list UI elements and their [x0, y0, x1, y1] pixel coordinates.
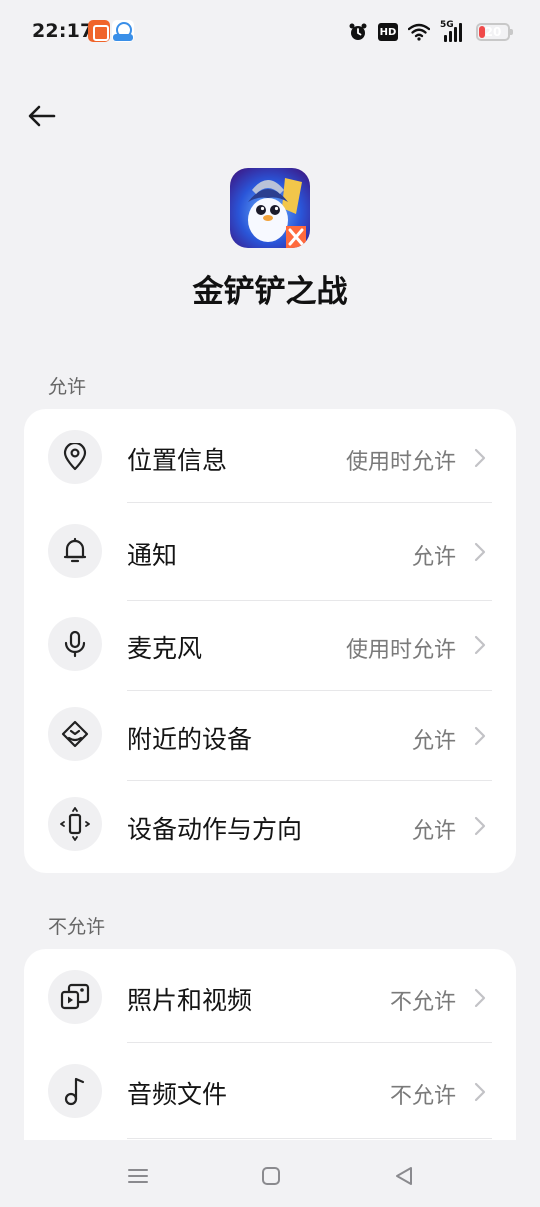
- permission-label: 麦克风: [127, 634, 203, 663]
- permission-row-nearby-devices[interactable]: 附近的设备 允许: [24, 691, 516, 781]
- permission-label: 照片和视频: [127, 986, 253, 1015]
- system-navigation-bar: [0, 1140, 540, 1207]
- recent-apps-button[interactable]: [120, 1158, 156, 1194]
- back-button[interactable]: [22, 96, 62, 136]
- back-triangle-icon: [396, 1167, 412, 1185]
- chevron-right-icon: [474, 726, 486, 746]
- permission-status: 允许: [411, 729, 456, 754]
- chevron-right-icon: [474, 542, 486, 562]
- permission-row-microphone[interactable]: 麦克风 使用时允许: [24, 601, 516, 690]
- section-label-allowed: 允许: [48, 376, 87, 398]
- permission-row-device-motion[interactable]: 设备动作与方向 允许: [24, 781, 516, 873]
- photos-videos-icon: [48, 970, 102, 1024]
- chevron-right-icon: [474, 1082, 486, 1102]
- device-motion-icon: [48, 797, 102, 851]
- permission-status: 不允许: [389, 1084, 456, 1109]
- app-icon: [230, 168, 310, 248]
- chevron-right-icon: [474, 816, 486, 836]
- battery-icon: 20: [476, 23, 513, 41]
- permission-row-location[interactable]: 位置信息 使用时允许: [24, 409, 516, 503]
- allowed-permissions-card: 位置信息 使用时允许 通知 允许 麦克风 使用时允许 附近的设备 允许 设备动作…: [24, 409, 516, 873]
- permission-label: 设备动作与方向: [127, 815, 303, 844]
- chevron-right-icon: [474, 988, 486, 1008]
- permission-label: 附近的设备: [127, 725, 253, 754]
- wifi-icon: [408, 23, 430, 41]
- app-permissions-screen: 22:17 HD 5G 20 金铲铲之战 允许 位置信息 使用时允许 通知 允许…: [0, 0, 540, 1207]
- chevron-right-icon: [474, 635, 486, 655]
- permission-row-photos-videos[interactable]: 照片和视频 不允许: [24, 949, 516, 1043]
- permission-label: 音频文件: [127, 1080, 228, 1109]
- permission-status: 使用时允许: [345, 450, 456, 475]
- home-button[interactable]: [253, 1158, 289, 1194]
- home-icon: [262, 1167, 280, 1185]
- permission-status: 允许: [411, 545, 456, 570]
- app-title: 金铲铲之战: [192, 274, 348, 310]
- hd-icon: HD: [378, 23, 398, 41]
- permission-label: 通知: [127, 541, 178, 570]
- alarm-icon: [349, 23, 367, 40]
- row-divider: [127, 1138, 492, 1139]
- chevron-right-icon: [474, 448, 486, 468]
- permission-row-notifications[interactable]: 通知 允许: [24, 503, 516, 600]
- music-note-icon: [48, 1064, 102, 1118]
- notification-app-icon-2: [112, 20, 134, 42]
- section-label-denied: 不允许: [48, 916, 106, 938]
- status-bar: 22:17 HD 5G 20: [0, 0, 540, 64]
- nearby-devices-icon: [48, 707, 102, 761]
- microphone-icon: [48, 617, 102, 671]
- status-icons: HD 5G 20: [348, 20, 513, 44]
- permission-status: 使用时允许: [345, 638, 456, 663]
- nav-back-button[interactable]: [386, 1158, 422, 1194]
- permission-status: 不允许: [389, 990, 456, 1015]
- battery-level: 20: [484, 25, 502, 39]
- notification-app-icon: [88, 20, 110, 42]
- permission-status: 允许: [411, 819, 456, 844]
- location-pin-icon: [48, 430, 102, 484]
- signal-icon: 5G: [440, 20, 466, 42]
- permission-row-audio-files[interactable]: 音频文件 不允许: [24, 1043, 516, 1139]
- status-time: 22:17: [32, 20, 94, 42]
- permission-label: 位置信息: [127, 446, 228, 475]
- network-type-label: 5G: [440, 20, 454, 30]
- recent-apps-icon: [128, 1169, 148, 1183]
- bell-icon: [48, 524, 102, 578]
- arrow-left-icon: [28, 105, 56, 127]
